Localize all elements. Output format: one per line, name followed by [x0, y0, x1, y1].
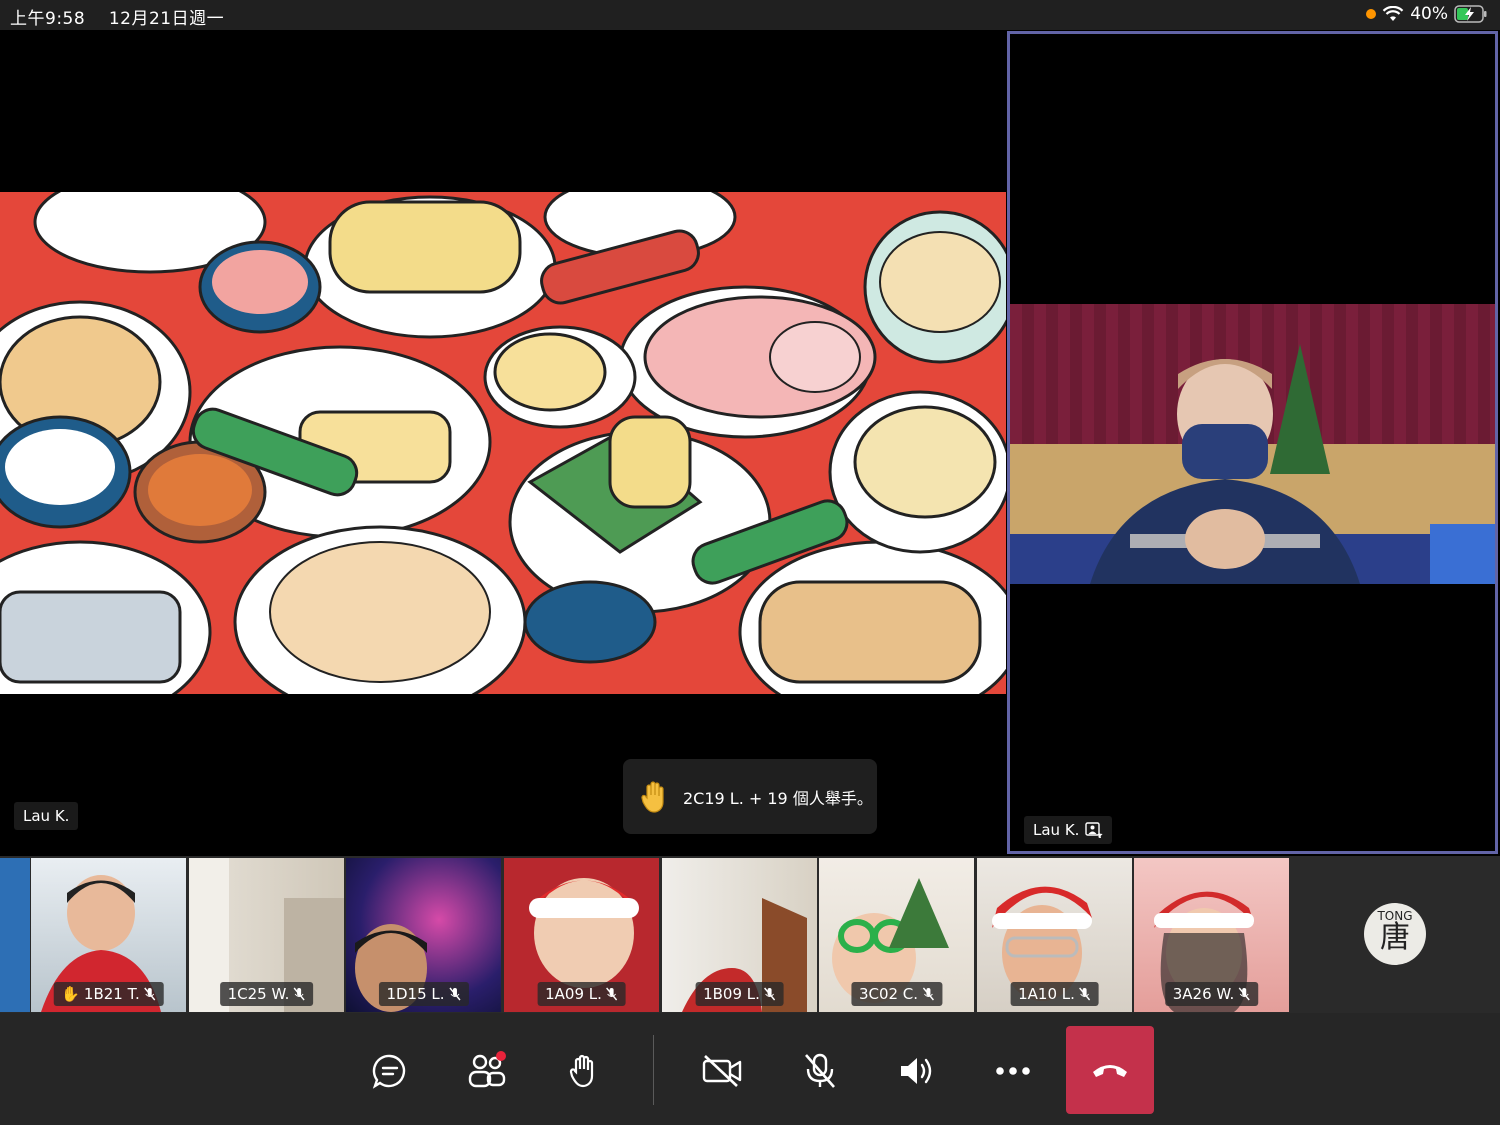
mic-muted-icon	[449, 987, 461, 1001]
mic-muted-icon	[1238, 987, 1250, 1001]
raise-hand-notification[interactable]: 2C19 L. + 19 個人舉手。	[623, 759, 877, 834]
overflow-participant-avatar[interactable]: TONG 唐	[1364, 903, 1426, 965]
phone-hangup-icon	[1093, 1065, 1127, 1077]
presenter-name-tag: Lau K.	[14, 802, 79, 830]
spotlight-name-tag: Lau K.	[1024, 816, 1113, 844]
participant-tile[interactable]: 1C25 W.	[189, 858, 344, 1012]
speaker-button[interactable]	[889, 1043, 945, 1099]
mic-muted-icon	[144, 987, 156, 1001]
mic-muted-icon	[606, 987, 618, 1001]
mic-off-icon	[805, 1053, 835, 1088]
status-bar: 上午9:58 12月21日週一 40%	[0, 0, 1500, 30]
participant-name: 1B09 L.	[703, 985, 760, 1003]
participant-tile[interactable]: 3A26 W.	[1134, 858, 1289, 1012]
participant-name: 1C25 W.	[227, 985, 290, 1003]
participant-name: 1B21 T.	[83, 985, 140, 1003]
wifi-icon	[1382, 6, 1404, 21]
mic-muted-icon	[293, 987, 305, 1001]
spotlight-pin-icon	[1085, 822, 1104, 838]
status-date: 12月21日週一	[108, 9, 225, 29]
chat-button[interactable]	[362, 1043, 418, 1099]
christmas-food-illustration	[0, 192, 1006, 694]
participant-name: 3A26 W.	[1172, 985, 1235, 1003]
participant-label: 3A26 W.	[1164, 982, 1259, 1006]
mic-toggle-button[interactable]	[792, 1043, 848, 1099]
people-icon	[468, 1051, 506, 1088]
participant-label: 1A09 L.	[537, 982, 626, 1006]
recording-dot-icon	[1366, 9, 1377, 19]
participant-label: 1A10 L.	[1010, 982, 1099, 1006]
speaker-icon	[901, 1058, 932, 1084]
participant-name: 1A10 L.	[1018, 985, 1075, 1003]
battery-percent: 40%	[1410, 4, 1448, 24]
participant-name: 1D15 L.	[386, 985, 445, 1003]
participant-label: ✋ 1B21 T.	[53, 982, 164, 1006]
chat-icon	[372, 1054, 406, 1089]
control-divider	[653, 1035, 654, 1105]
spotlight-video-feed	[1010, 304, 1495, 584]
spotlight-video-tile[interactable]: Lau K.	[1007, 31, 1498, 854]
more-icon	[996, 1067, 1030, 1075]
participants-button[interactable]	[459, 1043, 515, 1099]
participant-label: 1C25 W.	[219, 982, 314, 1006]
participant-tile-partial[interactable]	[0, 858, 30, 1012]
participant-tile[interactable]: 3C02 C.	[819, 858, 974, 1012]
hangup-button[interactable]	[1066, 1026, 1154, 1114]
battery-charging-icon	[1454, 5, 1487, 23]
shared-content-stage[interactable]: Lau K.	[0, 30, 1006, 856]
camera-off-icon	[702, 1055, 742, 1087]
participant-name: 3C02 C.	[858, 985, 919, 1003]
participant-tile[interactable]: 1D15 L.	[346, 858, 501, 1012]
more-button[interactable]	[985, 1043, 1041, 1099]
participant-tile[interactable]: ✋ 1B21 T.	[31, 858, 186, 1012]
mic-muted-icon	[1079, 987, 1091, 1001]
spotlight-name: Lau K.	[1033, 821, 1080, 839]
raised-hand-icon: ✋	[61, 985, 80, 1003]
raise-hand-button[interactable]	[556, 1043, 612, 1099]
participant-tile[interactable]: 1A09 L.	[504, 858, 659, 1012]
meeting-control-bar	[0, 1013, 1500, 1125]
participant-label: 1B09 L.	[695, 982, 784, 1006]
camera-toggle-button[interactable]	[694, 1043, 750, 1099]
participant-label: 3C02 C.	[850, 982, 943, 1006]
status-datetime: 上午9:58 12月21日週一	[10, 4, 224, 29]
hand-icon	[569, 1054, 594, 1088]
raise-hand-text: 2C19 L. + 19 個人舉手。	[683, 788, 873, 808]
participant-name: 1A09 L.	[545, 985, 602, 1003]
avatar-glyph: 唐	[1380, 920, 1410, 955]
raised-hand-icon	[641, 780, 664, 813]
participant-tile[interactable]: 1A10 L.	[977, 858, 1132, 1012]
mic-muted-icon	[922, 987, 934, 1001]
participant-strip[interactable]: ✋ 1B21 T. 1C25 W. 1D15 L. 1A09 L. 1B09 L…	[0, 856, 1500, 1013]
participant-tile[interactable]: 1B09 L.	[662, 858, 817, 1012]
shared-slide-illustration	[0, 192, 1006, 694]
status-indicators: 40%	[1366, 4, 1488, 24]
status-time: 上午9:58	[10, 9, 86, 29]
mic-muted-icon	[764, 987, 776, 1001]
participant-label: 1D15 L.	[378, 982, 469, 1006]
